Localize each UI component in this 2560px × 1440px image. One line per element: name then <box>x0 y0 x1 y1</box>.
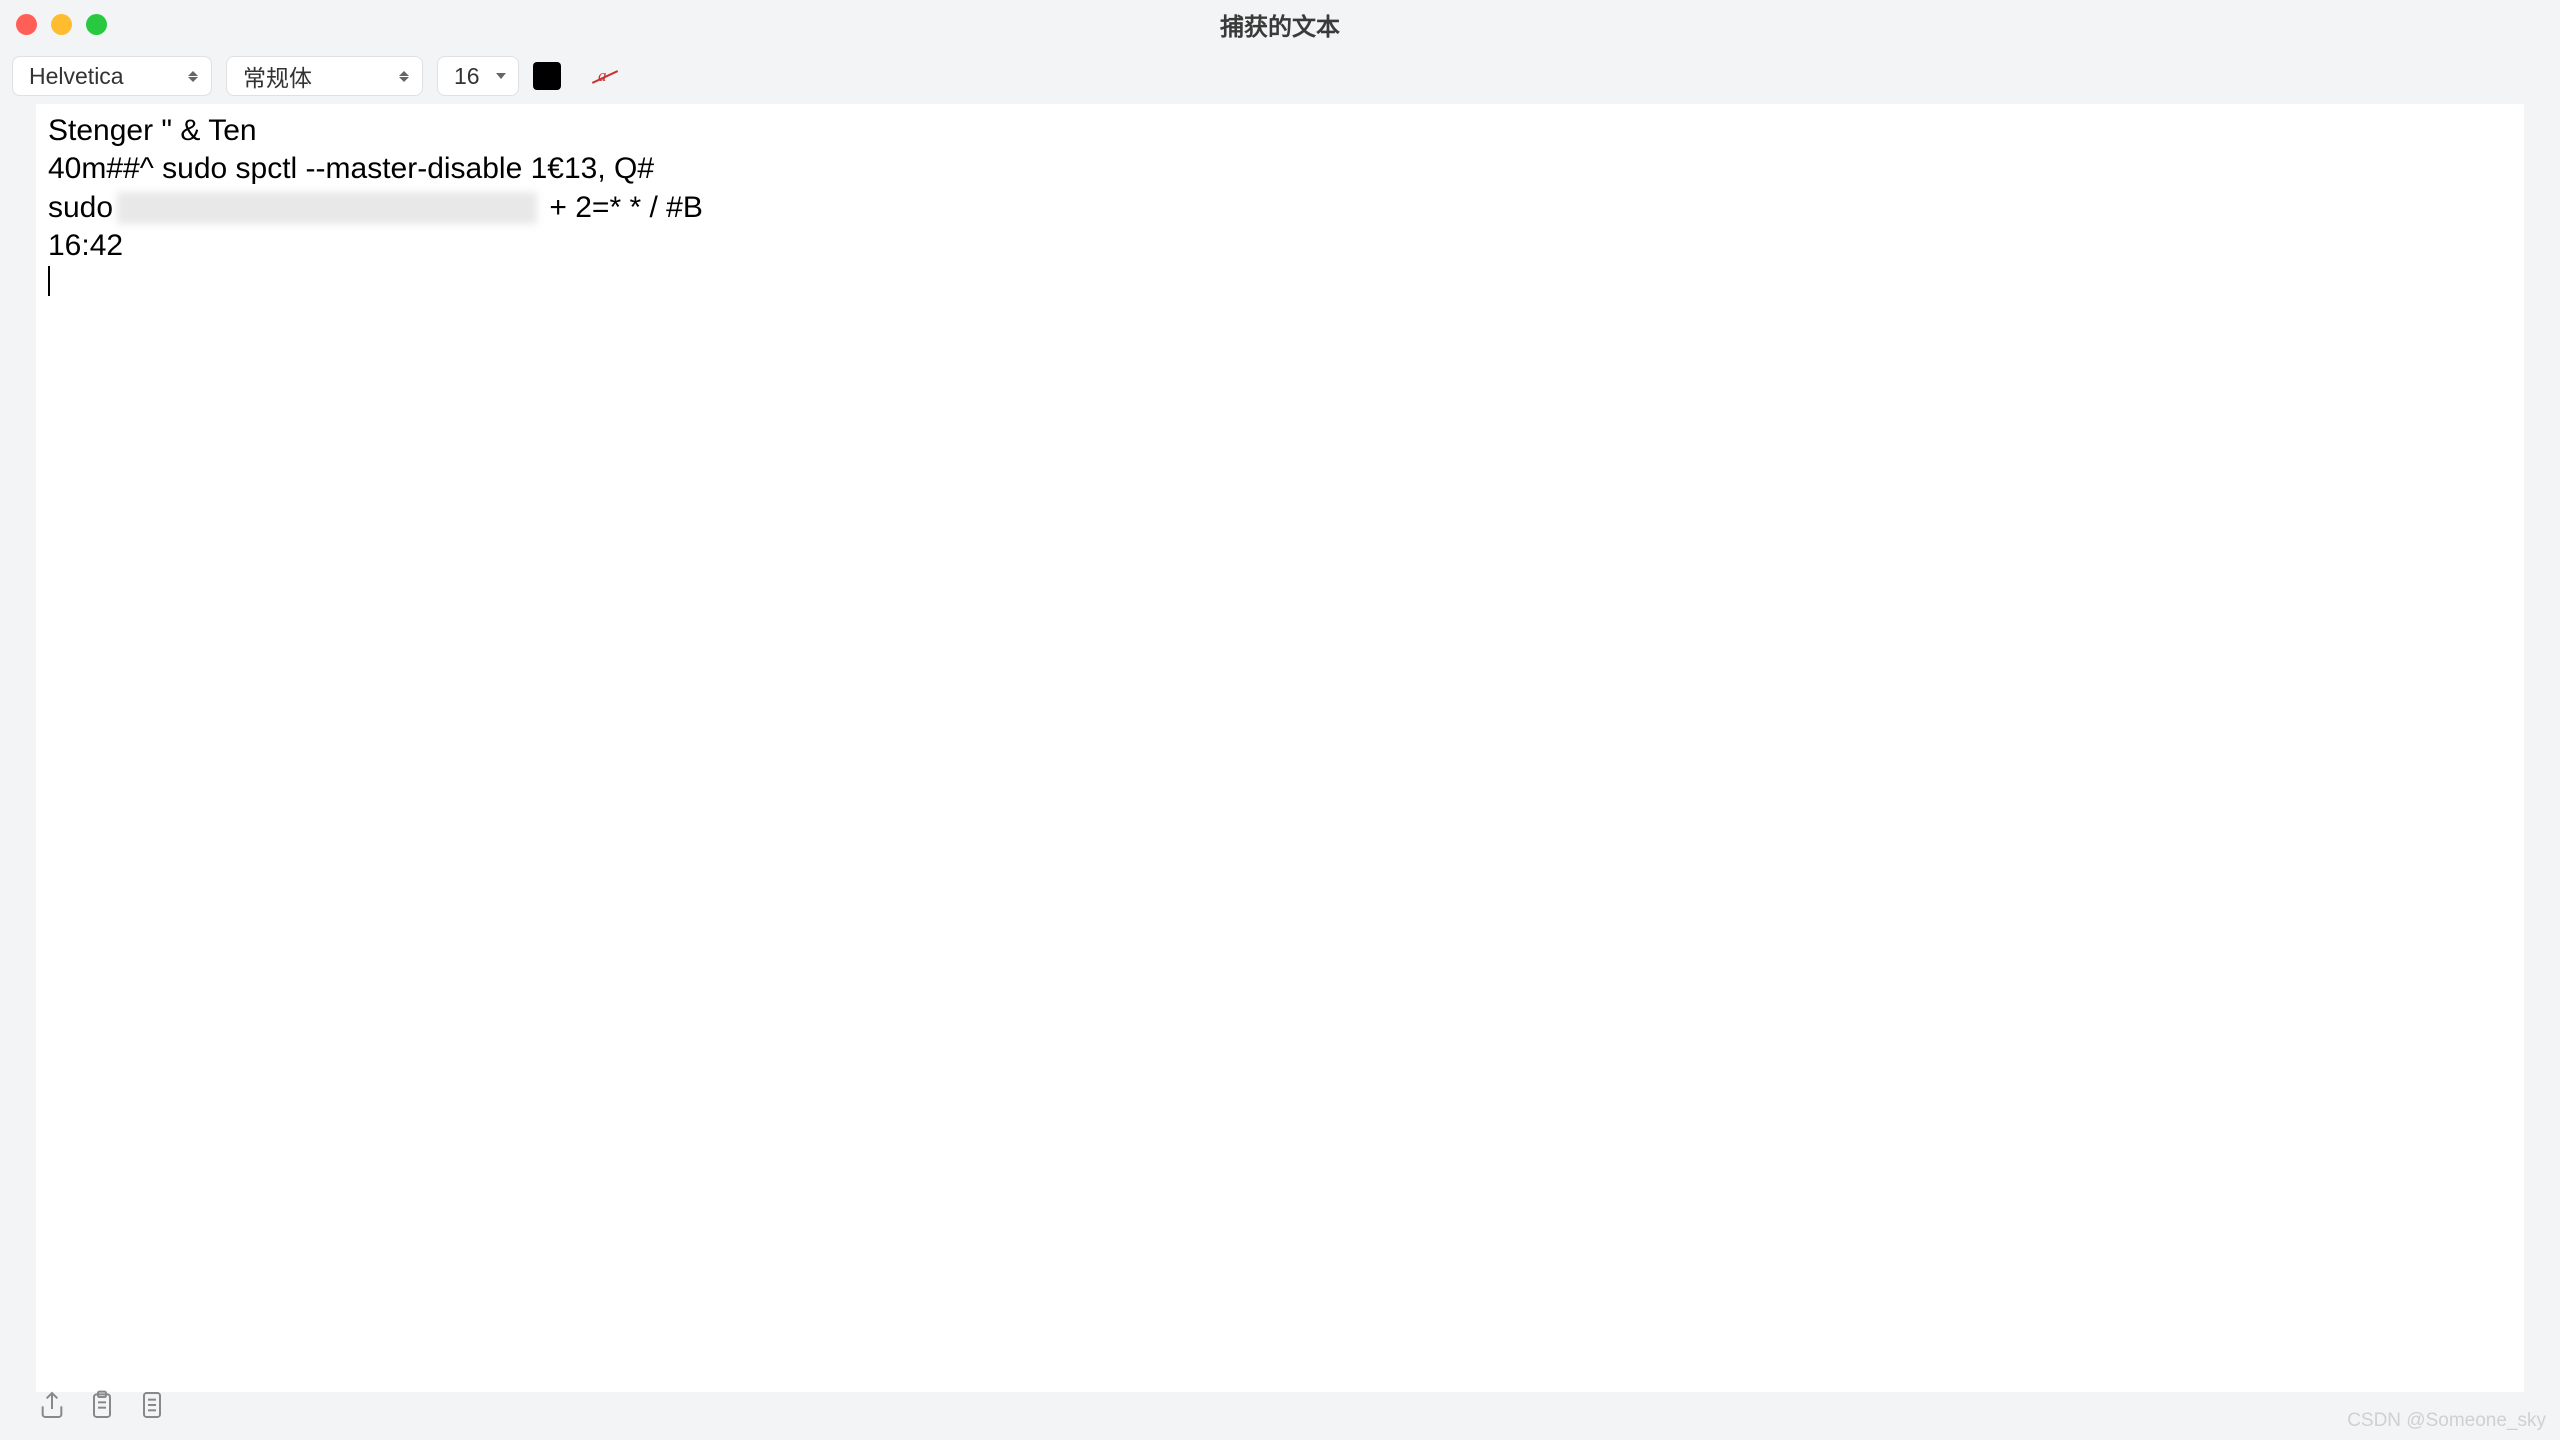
text-fragment: sudo <box>48 189 113 227</box>
minimize-button[interactable] <box>51 14 72 35</box>
share-icon[interactable] <box>36 1389 68 1421</box>
close-button[interactable] <box>16 14 37 35</box>
text-fragment: + 2=* * / #B <box>541 189 703 227</box>
text-line: 40m##^ sudo spctl --master-disable 1€13,… <box>48 150 2512 188</box>
font-style-selector[interactable]: 常规体 <box>226 56 423 96</box>
maximize-button[interactable] <box>86 14 107 35</box>
text-editor[interactable]: Stenger " & Ten 40m##^ sudo spctl --mast… <box>36 104 2524 1392</box>
text-line: 16:42 <box>48 227 2512 265</box>
font-style-label: 常规体 <box>243 59 398 93</box>
text-cursor <box>48 266 50 296</box>
formatting-toolbar: Helvetica 常规体 16 a <box>0 48 2560 104</box>
font-family-label: Helvetica <box>29 63 187 90</box>
text-color-control[interactable] <box>533 62 561 90</box>
font-size-selector[interactable]: 16 <box>437 56 519 96</box>
chevron-down-icon <box>496 73 506 79</box>
font-size-label: 16 <box>454 63 492 90</box>
text-line: sudo + 2=* * / #B <box>48 189 2512 227</box>
window-title: 捕获的文本 <box>1220 7 1340 42</box>
window-controls <box>16 14 107 35</box>
chevron-updown-icon <box>398 71 410 82</box>
strikethrough-control[interactable]: a <box>587 58 623 94</box>
text-line: Stenger " & Ten <box>48 112 2512 150</box>
strikethrough-icon: a <box>593 64 617 88</box>
redacted-content <box>117 192 537 224</box>
clipboard-icon[interactable] <box>86 1389 118 1421</box>
document-icon[interactable] <box>136 1389 168 1421</box>
text-line <box>48 266 2512 296</box>
titlebar[interactable]: 捕获的文本 <box>0 0 2560 48</box>
app-window: 捕获的文本 Helvetica 常规体 16 <box>0 0 2560 1410</box>
watermark: CSDN @Someone_sky <box>2347 1410 2546 1432</box>
chevron-updown-icon <box>187 71 199 82</box>
color-swatch <box>533 62 561 90</box>
bottom-toolbar <box>0 1376 2560 1434</box>
font-family-selector[interactable]: Helvetica <box>12 56 212 96</box>
